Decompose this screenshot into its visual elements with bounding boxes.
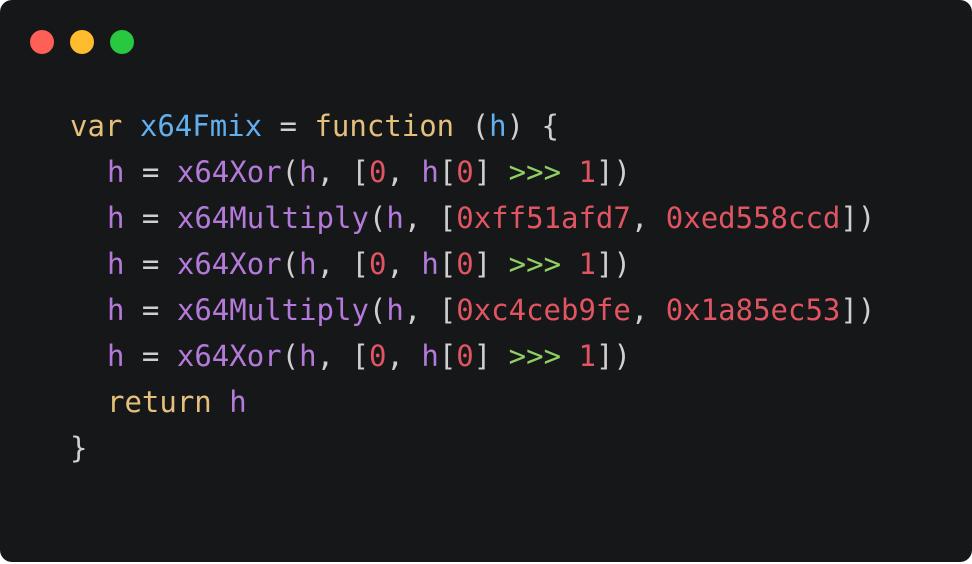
- code-line: h = x64Xor(h, [0, h[0] >>> 1]): [70, 241, 875, 287]
- code-token: x64Xor: [176, 339, 282, 373]
- code-token: 0: [368, 339, 387, 373]
- code-token: h: [421, 247, 439, 281]
- code-token: (: [281, 155, 300, 189]
- code-token: ,: [386, 247, 422, 281]
- code-token: ]: [473, 339, 509, 373]
- code-token: h: [107, 293, 125, 327]
- code-token: 0xed558ccd: [665, 201, 841, 235]
- code-token: ]): [596, 155, 631, 189]
- code-token: ]: [473, 247, 509, 281]
- code-line: h = x64Xor(h, [0, h[0] >>> 1]): [70, 333, 875, 379]
- code-token: var: [70, 109, 123, 143]
- code-token: h: [107, 247, 125, 281]
- code-token: x64Fmix: [139, 109, 263, 143]
- code-token: ]: [473, 155, 509, 189]
- code-token: , [: [403, 293, 457, 327]
- code-token: , [: [316, 155, 369, 189]
- code-token: ]): [840, 293, 876, 327]
- code-token: 0: [368, 247, 387, 281]
- code-token: }: [70, 431, 88, 465]
- code-token: , [: [316, 247, 369, 281]
- maximize-button[interactable]: [110, 30, 134, 54]
- code-token: h: [299, 155, 317, 189]
- code-token: x64Multiply: [176, 201, 369, 235]
- code-token: >>>: [508, 339, 562, 373]
- code-token: h: [386, 201, 404, 235]
- code-token: (: [454, 109, 490, 143]
- code-token: (: [368, 293, 387, 327]
- code-window: var x64Fmix = function (h) {h = x64Xor(h…: [0, 0, 972, 562]
- code-line: h = x64Multiply(h, [0xc4ceb9fe, 0x1a85ec…: [70, 287, 875, 333]
- code-token: , [: [316, 339, 369, 373]
- code-token: return: [107, 385, 212, 419]
- code-token: =: [124, 201, 177, 235]
- code-token: 0: [368, 155, 387, 189]
- code-token: 0xff51afd7: [456, 201, 631, 235]
- code-token: ,: [386, 155, 422, 189]
- window-controls: [30, 30, 134, 54]
- code-token: h: [107, 339, 125, 373]
- code-token: ) {: [506, 109, 559, 143]
- code-token: >>>: [508, 155, 562, 189]
- code-token: =: [124, 247, 177, 281]
- code-token: 1: [578, 339, 596, 373]
- code-token: x64Xor: [176, 247, 282, 281]
- code-token: ,: [630, 293, 666, 327]
- code-line: h = x64Multiply(h, [0xff51afd7, 0xed558c…: [70, 195, 875, 241]
- code-token: =: [262, 109, 315, 143]
- code-token: x64Multiply: [176, 293, 369, 327]
- code-token: [: [438, 339, 457, 373]
- code-token: x64Xor: [176, 155, 282, 189]
- code-token: 0: [456, 155, 474, 189]
- code-token: [: [438, 155, 457, 189]
- code-line: var x64Fmix = function (h) {: [70, 103, 875, 149]
- code-token: 1: [578, 247, 596, 281]
- minimize-button[interactable]: [70, 30, 94, 54]
- code-token: 0xc4ceb9fe: [456, 293, 631, 327]
- code-token: h: [107, 155, 125, 189]
- code-token: >>>: [508, 247, 562, 281]
- code-token: ]): [596, 339, 631, 373]
- code-block: var x64Fmix = function (h) {h = x64Xor(h…: [70, 103, 875, 471]
- code-line: return h: [70, 379, 875, 425]
- code-token: function: [314, 109, 455, 143]
- code-token: 0x1a85ec53: [665, 293, 841, 327]
- code-token: =: [124, 293, 177, 327]
- code-token: h: [489, 109, 507, 143]
- code-token: h: [299, 247, 317, 281]
- code-token: (: [368, 201, 387, 235]
- code-token: 0: [456, 339, 474, 373]
- close-button[interactable]: [30, 30, 54, 54]
- code-token: ,: [630, 201, 666, 235]
- code-token: h: [107, 201, 125, 235]
- code-token: ,: [386, 339, 422, 373]
- code-token: [: [438, 247, 457, 281]
- code-line: }: [70, 425, 875, 471]
- code-token: (: [281, 247, 300, 281]
- code-token: h: [421, 155, 439, 189]
- code-token: h: [299, 339, 317, 373]
- code-token: ]): [596, 247, 631, 281]
- code-token: 0: [456, 247, 474, 281]
- code-token: 1: [578, 155, 596, 189]
- code-token: =: [124, 155, 177, 189]
- code-token: , [: [403, 201, 457, 235]
- code-token: ]): [840, 201, 876, 235]
- code-token: h: [229, 385, 247, 419]
- code-token: (: [281, 339, 300, 373]
- code-token: h: [421, 339, 439, 373]
- code-token: h: [386, 293, 404, 327]
- code-token: =: [124, 339, 177, 373]
- code-line: h = x64Xor(h, [0, h[0] >>> 1]): [70, 149, 875, 195]
